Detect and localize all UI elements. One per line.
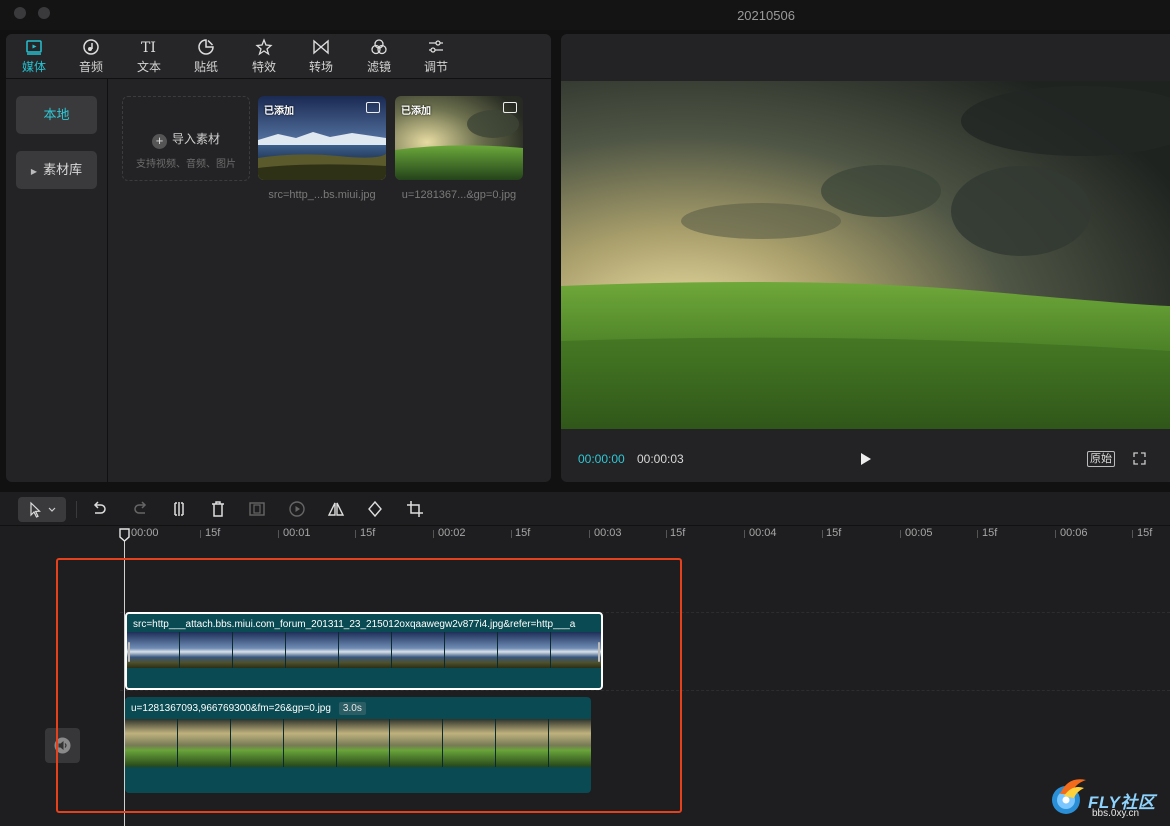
tab-text[interactable]: TI 文本 (127, 38, 171, 76)
ruler-label: 00:02 (438, 527, 466, 539)
preview-video[interactable] (561, 81, 1170, 429)
timeline-toolbar (0, 492, 1170, 526)
window-title: 20210506 (737, 8, 795, 23)
media-thumbnail[interactable]: 已添加 (258, 96, 386, 180)
import-media-button[interactable]: + 导入素材 支持视频、音频、图片 (122, 96, 250, 181)
thumbnail-filename: src=http_...bs.miui.jpg (268, 189, 376, 201)
tab-effects[interactable]: 特效 (242, 38, 286, 76)
thumbnail-filename: u=1281367...&gp=0.jpg (401, 189, 517, 201)
delete-icon[interactable] (209, 500, 227, 518)
media-thumbnail[interactable]: 已添加 (395, 96, 523, 180)
sidebar-item-local[interactable]: 本地 (16, 96, 97, 134)
plus-icon: + (151, 134, 167, 149)
ruler-tick (200, 530, 201, 538)
tab-audio-label: 音频 (78, 60, 103, 74)
toolbar-divider (76, 501, 77, 518)
ruler-label: 00:06 (1060, 527, 1088, 539)
image-icon (366, 102, 380, 113)
ruler-tick (511, 530, 512, 538)
ruler-label: 00:03 (594, 527, 622, 539)
audio-icon (69, 38, 113, 58)
media-panel: 媒体 音频 TI 文本 贴纸 特效 转场 滤镜 调节 本地 ▶ 素材库 + 导入… (6, 34, 551, 482)
total-time: 00:00:03 (637, 452, 684, 466)
ruler-label: 15f (826, 527, 842, 539)
ruler-label: 15f (205, 527, 221, 539)
ruler-tick (278, 530, 279, 538)
ruler-label: 15f (670, 527, 686, 539)
rotate-icon[interactable] (366, 500, 384, 518)
playhead-handle[interactable] (119, 528, 130, 542)
tab-transition-label: 转场 (308, 60, 333, 74)
filter-icon (357, 38, 401, 58)
sidebar-item-library-label: 素材库 (43, 162, 83, 177)
tab-adjust[interactable]: 调节 (414, 38, 458, 76)
media-sidebar: 本地 ▶ 素材库 (6, 79, 108, 482)
fullscreen-icon[interactable] (1133, 452, 1146, 465)
import-title: 导入素材 (171, 132, 220, 146)
watermark-site: bbs.0xy.cn (1092, 808, 1140, 819)
tab-media[interactable]: 媒体 (12, 38, 56, 76)
watermark: FLY社区 bbs.0xy.cn (1046, 766, 1166, 822)
expand-arrow-icon: ▶ (30, 167, 38, 176)
import-subtitle: 支持视频、音频、图片 (136, 159, 236, 170)
aspect-ratio-button[interactable]: 原始 (1087, 451, 1115, 467)
time-ruler[interactable]: 00:00 15f 00:01 15f 00:02 15f 00:03 15f … (0, 527, 1170, 549)
ruler-label: 00:05 (905, 527, 933, 539)
svg-text:TI: TI (141, 40, 156, 56)
tab-text-label: 文本 (136, 60, 161, 74)
ruler-label: 00:00 (131, 527, 159, 539)
ruler-label: 15f (360, 527, 376, 539)
ruler-tick (744, 530, 745, 538)
ruler-label: 00:04 (749, 527, 777, 539)
freeze-frame-icon[interactable] (248, 500, 266, 518)
play-icon[interactable] (859, 452, 873, 466)
fly-logo-icon (1052, 779, 1086, 814)
ruler-tick (355, 530, 356, 538)
transition-icon (299, 38, 343, 58)
ruler-tick (900, 530, 901, 538)
sticker-icon (184, 38, 228, 58)
effects-icon (242, 38, 286, 58)
preview-panel: 00:00:00 00:00:03 原始 (561, 34, 1170, 482)
ruler-tick (666, 530, 667, 538)
ruler-tick (589, 530, 590, 538)
ruler-label: 15f (1137, 527, 1153, 539)
title-bar: 20210506 (0, 0, 1170, 30)
crop-icon[interactable] (406, 500, 424, 518)
tab-transition[interactable]: 转场 (299, 38, 343, 76)
ruler-tick (822, 530, 823, 538)
media-tabs: 媒体 音频 TI 文本 贴纸 特效 转场 滤镜 调节 (6, 34, 551, 79)
mirror-icon[interactable] (327, 500, 345, 518)
tab-effects-label: 特效 (251, 60, 276, 74)
play-speed-icon[interactable] (288, 500, 306, 518)
pointer-icon (30, 501, 56, 518)
media-icon (12, 38, 56, 58)
image-icon (503, 102, 517, 113)
split-icon[interactable] (170, 500, 188, 518)
tab-adjust-label: 调节 (423, 60, 448, 74)
ruler-tick (1132, 530, 1133, 538)
redo-icon[interactable] (131, 500, 149, 518)
adjust-icon (414, 38, 458, 58)
tab-sticker-label: 贴纸 (193, 60, 218, 74)
sidebar-item-library[interactable]: ▶ 素材库 (16, 151, 97, 189)
current-time: 00:00:00 (578, 452, 625, 466)
added-badge: 已添加 (401, 106, 431, 117)
added-badge: 已添加 (264, 106, 294, 117)
ruler-label: 15f (982, 527, 998, 539)
undo-icon[interactable] (91, 500, 109, 518)
ruler-tick (433, 530, 434, 538)
ruler-tick (1055, 530, 1056, 538)
ruler-tick (977, 530, 978, 538)
tab-audio[interactable]: 音频 (69, 38, 113, 76)
ruler-label: 00:01 (283, 527, 311, 539)
tab-filter-label: 滤镜 (366, 60, 391, 74)
tab-sticker[interactable]: 贴纸 (184, 38, 228, 76)
text-icon: TI (127, 38, 171, 58)
ruler-label: 15f (515, 527, 531, 539)
tab-media-label: 媒体 (21, 60, 46, 74)
highlight-annotation (56, 558, 682, 813)
tab-filter[interactable]: 滤镜 (357, 38, 401, 76)
select-tool-dropdown[interactable] (18, 497, 66, 522)
